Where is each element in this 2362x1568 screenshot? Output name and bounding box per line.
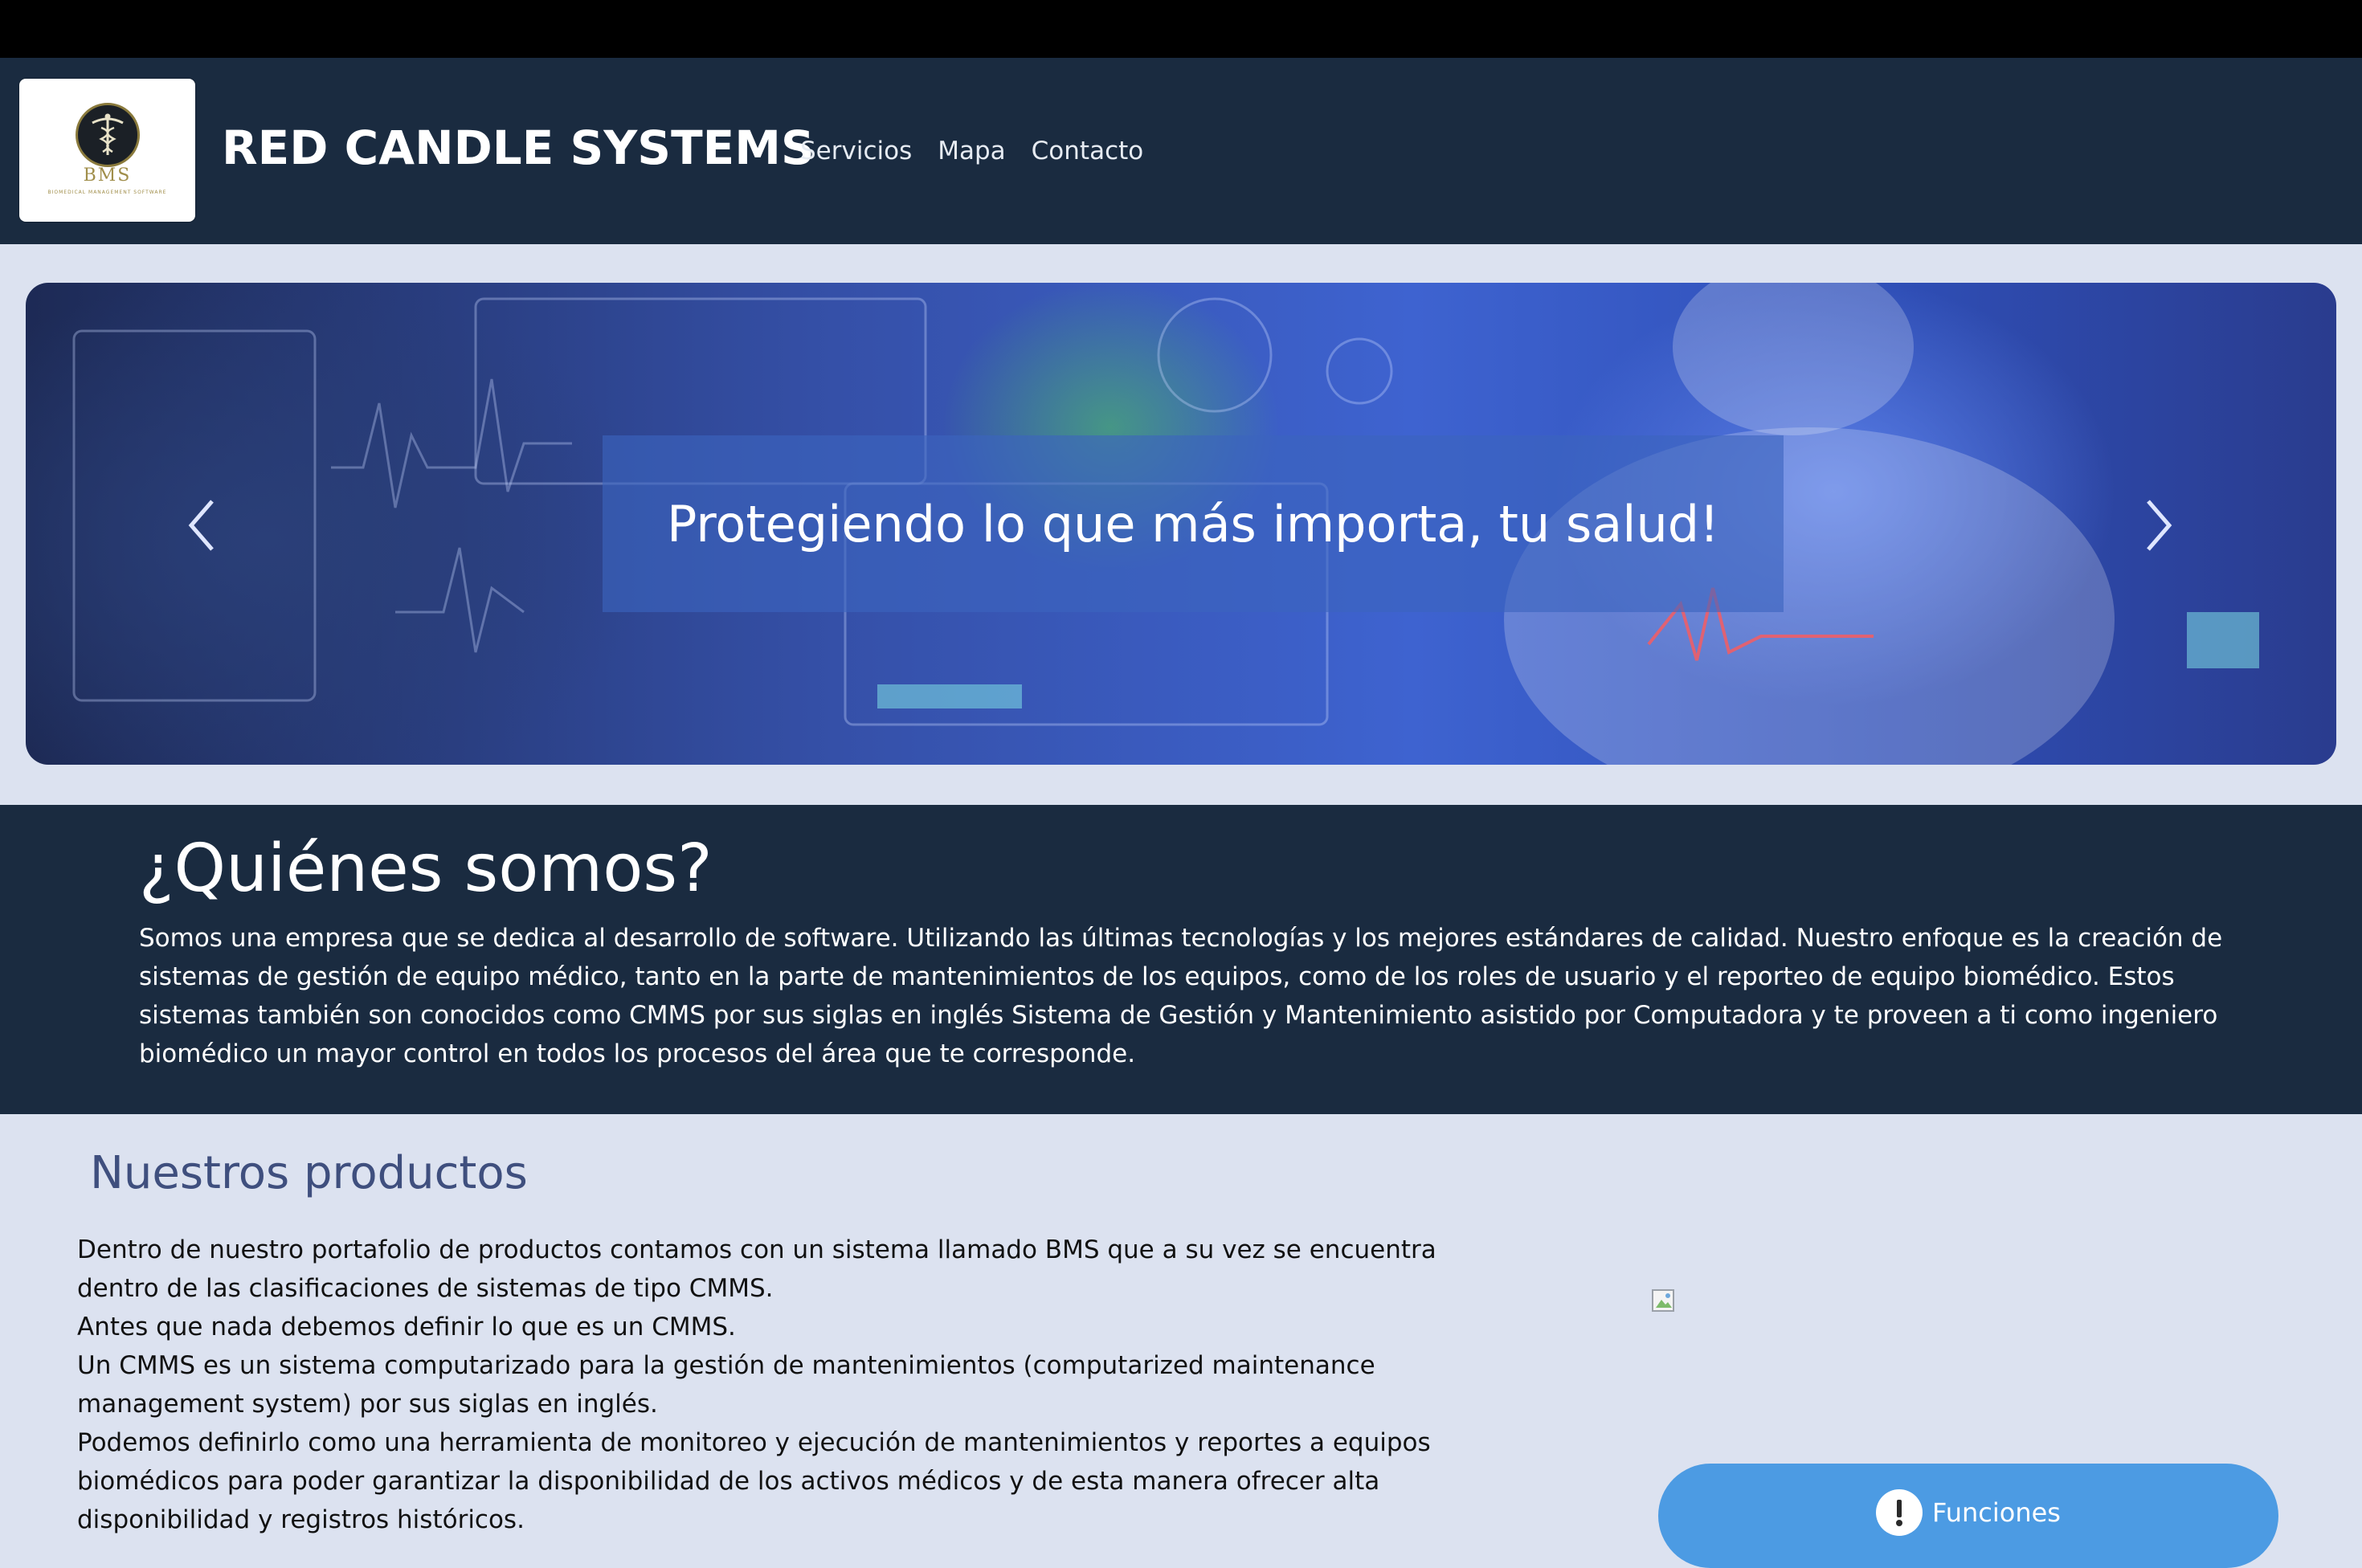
logo-text: BMS <box>83 165 132 186</box>
funciones-button[interactable]: Funciones <box>1658 1464 2278 1568</box>
about-section: ¿Quiénes somos? Somos una empresa que se… <box>0 805 2362 1114</box>
products-text: Dentro de nuestro portafolio de producto… <box>77 1231 1459 1539</box>
chevron-right-icon <box>2147 500 2172 551</box>
chevron-left-icon <box>188 500 214 551</box>
nav-link-contacto[interactable]: Contacto <box>1032 137 1144 165</box>
broken-image-icon <box>1652 1289 1674 1312</box>
products-paragraph: Un CMMS es un sistema computarizado para… <box>77 1351 1375 1419</box>
top-strip <box>0 0 2362 58</box>
nav-link-mapa[interactable]: Mapa <box>938 137 1005 165</box>
carousel-caption: Protegiendo lo que más importa, tu salud… <box>666 494 1720 553</box>
caption-box: Protegiendo lo que más importa, tu salud… <box>603 435 1784 612</box>
about-text: Somos una empresa que se dedica al desar… <box>139 924 2223 1068</box>
hero-carousel: Protegiendo lo que más importa, tu salud… <box>26 283 2336 765</box>
info-icon <box>1876 1489 1923 1536</box>
products-paragraph: Dentro de nuestro portafolio de producto… <box>77 1235 1436 1303</box>
carousel-prev-button[interactable] <box>182 493 222 557</box>
nav-link-servicios[interactable]: Servicios <box>800 137 912 165</box>
carousel-next-button[interactable] <box>2139 493 2179 557</box>
funciones-label: Funciones <box>1932 1497 2061 1528</box>
products-title: Nuestros productos <box>90 1147 528 1199</box>
products-paragraph: Antes que nada debemos definir lo que es… <box>77 1313 736 1341</box>
main-nav: Servicios Mapa Contacto <box>800 137 1143 165</box>
about-title: ¿Quiénes somos? <box>139 831 713 907</box>
caduceus-icon <box>76 103 140 167</box>
site-header: BMS BIOMEDICAL MANAGEMENT SOFTWARE RED C… <box>0 58 2362 244</box>
products-paragraph: Podemos definirlo como una herramienta d… <box>77 1428 1431 1534</box>
brand-title[interactable]: RED CANDLE SYSTEMS <box>222 120 815 175</box>
logo-subtext: BIOMEDICAL MANAGEMENT SOFTWARE <box>47 190 167 195</box>
logo[interactable]: BMS BIOMEDICAL MANAGEMENT SOFTWARE <box>19 79 195 222</box>
